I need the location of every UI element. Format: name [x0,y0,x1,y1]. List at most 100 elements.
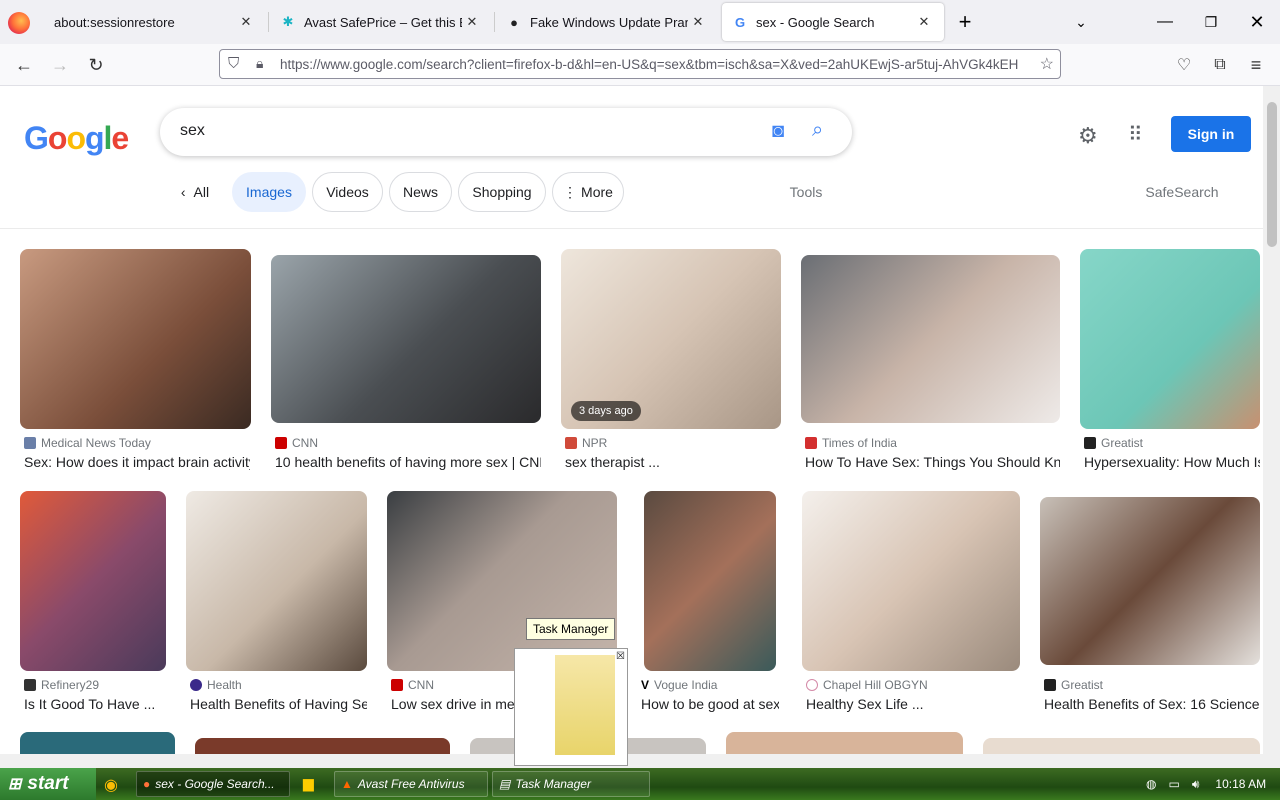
tab-shopping[interactable]: Shopping [458,172,546,212]
result-source[interactable]: NPR [565,436,607,450]
sign-in-button[interactable]: Sign in [1171,116,1251,152]
safesearch-button[interactable]: SafeSearch [1140,172,1224,212]
result-image[interactable] [20,732,175,754]
clock[interactable]: 10:18 AM [1215,777,1266,791]
tab-prank[interactable]: ● Fake Windows Update Prank ✕ [496,0,718,44]
tab-more[interactable]: ⋮ More [552,172,624,212]
start-button[interactable]: ⊞ start [0,768,96,800]
tools-button[interactable]: Tools [778,172,834,212]
task-manager-preview[interactable]: ☒ [514,648,628,766]
result-image[interactable] [20,491,166,671]
tab-google-search[interactable]: G sex - Google Search ✕ [722,3,944,41]
gear-icon[interactable]: ⚙ [1078,123,1098,149]
result-source[interactable]: Greatist [1084,436,1143,450]
avast-icon: ▲ [341,777,353,791]
close-icon[interactable]: ✕ [236,14,256,30]
forward-button[interactable]: → [46,52,74,78]
back-button[interactable]: ← [10,52,38,78]
tab-all[interactable]: ‹ All [170,172,220,212]
tab-news[interactable]: News [389,172,452,212]
address-bar[interactable]: ⛉ 🔒︎ https://www.google.com/search?clien… [219,49,1061,79]
result-source[interactable]: Chapel Hill OBGYN [806,678,928,692]
scrollbar-thumb[interactable] [1267,102,1277,247]
result-image[interactable] [726,732,963,754]
close-icon[interactable]: ✕ [462,14,482,30]
taskbar-item-firefox[interactable]: ● sex - Google Search... [136,771,290,797]
result-source[interactable]: CNN [275,436,318,450]
result-title[interactable]: Low sex drive in men [391,696,517,712]
monitor-icon[interactable]: ▭ [1168,777,1179,791]
tab-images[interactable]: Images [232,172,306,212]
tab-videos[interactable]: Videos [312,172,383,212]
chrome-icon[interactable]: ◉ [104,775,118,795]
result-image[interactable] [644,491,776,671]
url-text[interactable]: https://www.google.com/search?client=fir… [280,57,1025,72]
new-tab-button[interactable]: + [942,0,988,44]
site-icon [275,437,287,449]
result-title[interactable]: sex therapist ... [565,454,781,470]
more-vert-icon: ⋮ [563,183,578,200]
camera-lens-icon[interactable]: ◙ [772,120,784,143]
tab-avast[interactable]: ✱ Avast SafePrice – Get this Extension ✕ [270,0,492,44]
close-icon[interactable]: ✕ [688,14,708,30]
result-image[interactable]: 3 days ago [561,249,781,429]
folder-icon[interactable]: ▆ [303,775,314,792]
pocket-icon[interactable]: ♡ [1170,52,1198,78]
result-image[interactable] [1040,497,1260,665]
menu-icon[interactable]: ≡ [1242,52,1270,78]
result-image[interactable] [186,491,367,671]
restore-button[interactable]: ❐ [1188,0,1234,44]
result-source[interactable]: Refinery29 [24,678,99,692]
horizontal-scrollbar[interactable] [0,754,1280,768]
taskbar-item-avast[interactable]: ▲ Avast Free Antivirus [334,771,488,797]
result-image[interactable] [802,491,1020,671]
search-icon[interactable]: ⌕ [812,119,823,142]
firefox-icon[interactable] [8,12,30,34]
navigation-toolbar: ← → ↻ ⛉ 🔒︎ https://www.google.com/search… [0,44,1280,86]
close-icon[interactable]: ✕ [914,14,934,30]
result-title[interactable]: Healthy Sex Life ... [806,696,1020,712]
result-source[interactable]: Medical News Today [24,436,151,450]
result-image[interactable] [271,255,541,423]
result-title[interactable]: How to be good at sex [641,696,779,712]
result-title[interactable]: 10 health benefits of having more sex | … [275,454,541,470]
volume-icon[interactable]: 🔊︎ [1192,777,1200,792]
result-source[interactable]: Health [190,678,242,692]
result-image[interactable] [195,738,450,754]
google-logo[interactable]: Google [24,120,129,157]
minimize-button[interactable]: — [1142,0,1188,44]
network-globe-icon[interactable]: ◍ [1146,777,1156,791]
result-title[interactable]: Health Benefits of Sex: 16 Science-Backe… [1044,696,1260,712]
search-input[interactable]: sex [180,122,205,140]
result-source[interactable]: Times of India [805,436,897,450]
result-image[interactable] [387,491,617,671]
source-label: CNN [408,678,434,692]
search-box[interactable]: sex ◙ ⌕ [160,108,852,156]
close-window-button[interactable]: ✕ [1234,0,1280,44]
tab-sessionrestore[interactable]: about:sessionrestore ✕ [44,0,266,44]
taskbar-item-task-manager[interactable]: ▤ Task Manager [492,771,650,797]
result-title[interactable]: How To Have Sex: Things You Should Know [805,454,1060,470]
result-image[interactable] [20,249,251,429]
close-icon[interactable]: ☒ [616,651,625,662]
result-title[interactable]: Sex: How does it impact brain activity [24,454,250,470]
result-source[interactable]: CNN [391,678,434,692]
result-title[interactable]: Is It Good To Have ... [24,696,166,712]
shield-icon[interactable]: ⛉ [228,55,239,72]
lock-icon[interactable]: 🔒︎ [256,55,263,72]
result-title[interactable]: Health Benefits of Having Sex [190,696,367,712]
result-image[interactable] [1080,249,1260,429]
extensions-icon[interactable]: ⧉ [1206,52,1234,78]
result-title[interactable]: Hypersexuality: How Much Is Too Much [1084,454,1260,470]
reload-button[interactable]: ↻ [82,52,110,78]
result-image[interactable] [801,255,1060,423]
taskbar-label: Avast Free Antivirus [357,777,465,791]
chevron-left-icon: ‹ [180,184,186,200]
result-source[interactable]: V Vogue India [641,678,717,692]
vertical-scrollbar[interactable] [1263,86,1280,754]
apps-grid-icon[interactable]: ⠿ [1128,122,1143,147]
result-source[interactable]: Greatist [1044,678,1103,692]
bookmark-star-icon[interactable]: ☆ [1040,54,1054,74]
list-tabs-chevron-icon[interactable]: ⌄ [1058,0,1104,44]
result-image[interactable] [983,738,1260,754]
